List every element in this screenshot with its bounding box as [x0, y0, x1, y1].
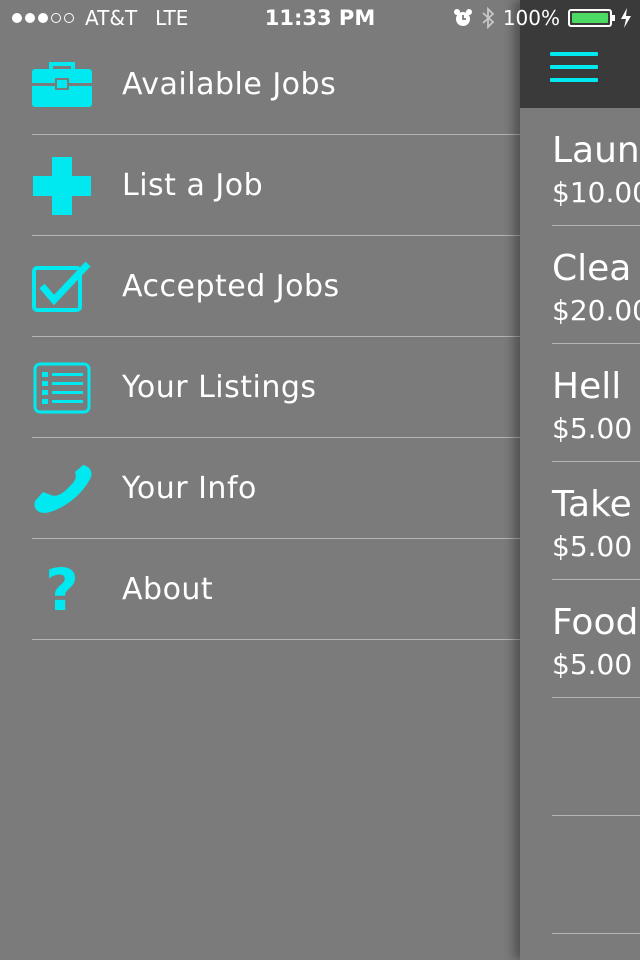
charging-bolt-icon [621, 8, 631, 28]
job-price: $5.00 [552, 648, 633, 681]
job-list-item-empty [552, 816, 640, 934]
bluetooth-icon [482, 7, 495, 29]
job-price: $10.00 [552, 176, 640, 209]
list-icon [31, 357, 93, 419]
job-title: Laun [552, 130, 640, 171]
menu-item-about[interactable]: ? About [0, 539, 520, 640]
battery-percent: 100% [502, 6, 560, 30]
menu-item-your-info[interactable]: Your Info [0, 438, 520, 539]
job-list-item[interactable]: Laun $10.00 [552, 108, 640, 226]
menu-item-list-a-job[interactable]: List a Job [0, 135, 520, 236]
menu-item-label: About [122, 572, 214, 607]
phone-icon [31, 458, 93, 520]
main-panel[interactable]: Laun $10.00 Clea $20.00 Hell $5.00 Take … [520, 0, 640, 960]
hamburger-menu-icon[interactable] [550, 52, 598, 86]
menu-item-label: Your Listings [122, 370, 317, 405]
job-list-item[interactable]: Hell $5.00 [552, 344, 640, 462]
job-list-item[interactable]: Food $5.00 [552, 580, 640, 698]
job-list-item[interactable]: Clea $20.00 [552, 226, 640, 344]
menu-item-label: Your Info [122, 471, 257, 506]
question-icon: ? [45, 555, 79, 624]
status-right: 100% [445, 6, 632, 30]
alarm-clock-icon [453, 9, 472, 26]
briefcase-icon [31, 54, 93, 116]
job-list: Laun $10.00 Clea $20.00 Hell $5.00 Take … [552, 108, 640, 934]
job-title: Take [552, 484, 632, 525]
menu-item-label: Available Jobs [122, 67, 337, 102]
job-price: $5.00 [552, 412, 633, 445]
plus-icon [31, 155, 93, 217]
menu-item-label: Accepted Jobs [122, 269, 340, 304]
checkbox-icon [31, 256, 93, 318]
job-price: $20.00 [552, 294, 640, 327]
menu-item-accepted-jobs[interactable]: Accepted Jobs [0, 236, 520, 337]
side-menu: Available Jobs List a Job Accepted Jobs [0, 34, 520, 640]
menu-item-available-jobs[interactable]: Available Jobs [0, 34, 520, 135]
job-list-item-empty [552, 698, 640, 816]
job-title: Food [552, 602, 639, 643]
job-list-item[interactable]: Take $5.00 [552, 462, 640, 580]
job-price: $5.00 [552, 530, 633, 563]
battery-icon [568, 9, 615, 27]
menu-item-label: List a Job [122, 168, 264, 203]
job-title: Hell [552, 366, 622, 407]
status-bar: AT&T LTE 11:33 PM 100% [0, 0, 640, 36]
menu-item-your-listings[interactable]: Your Listings [0, 337, 520, 438]
job-title: Clea [552, 248, 632, 289]
